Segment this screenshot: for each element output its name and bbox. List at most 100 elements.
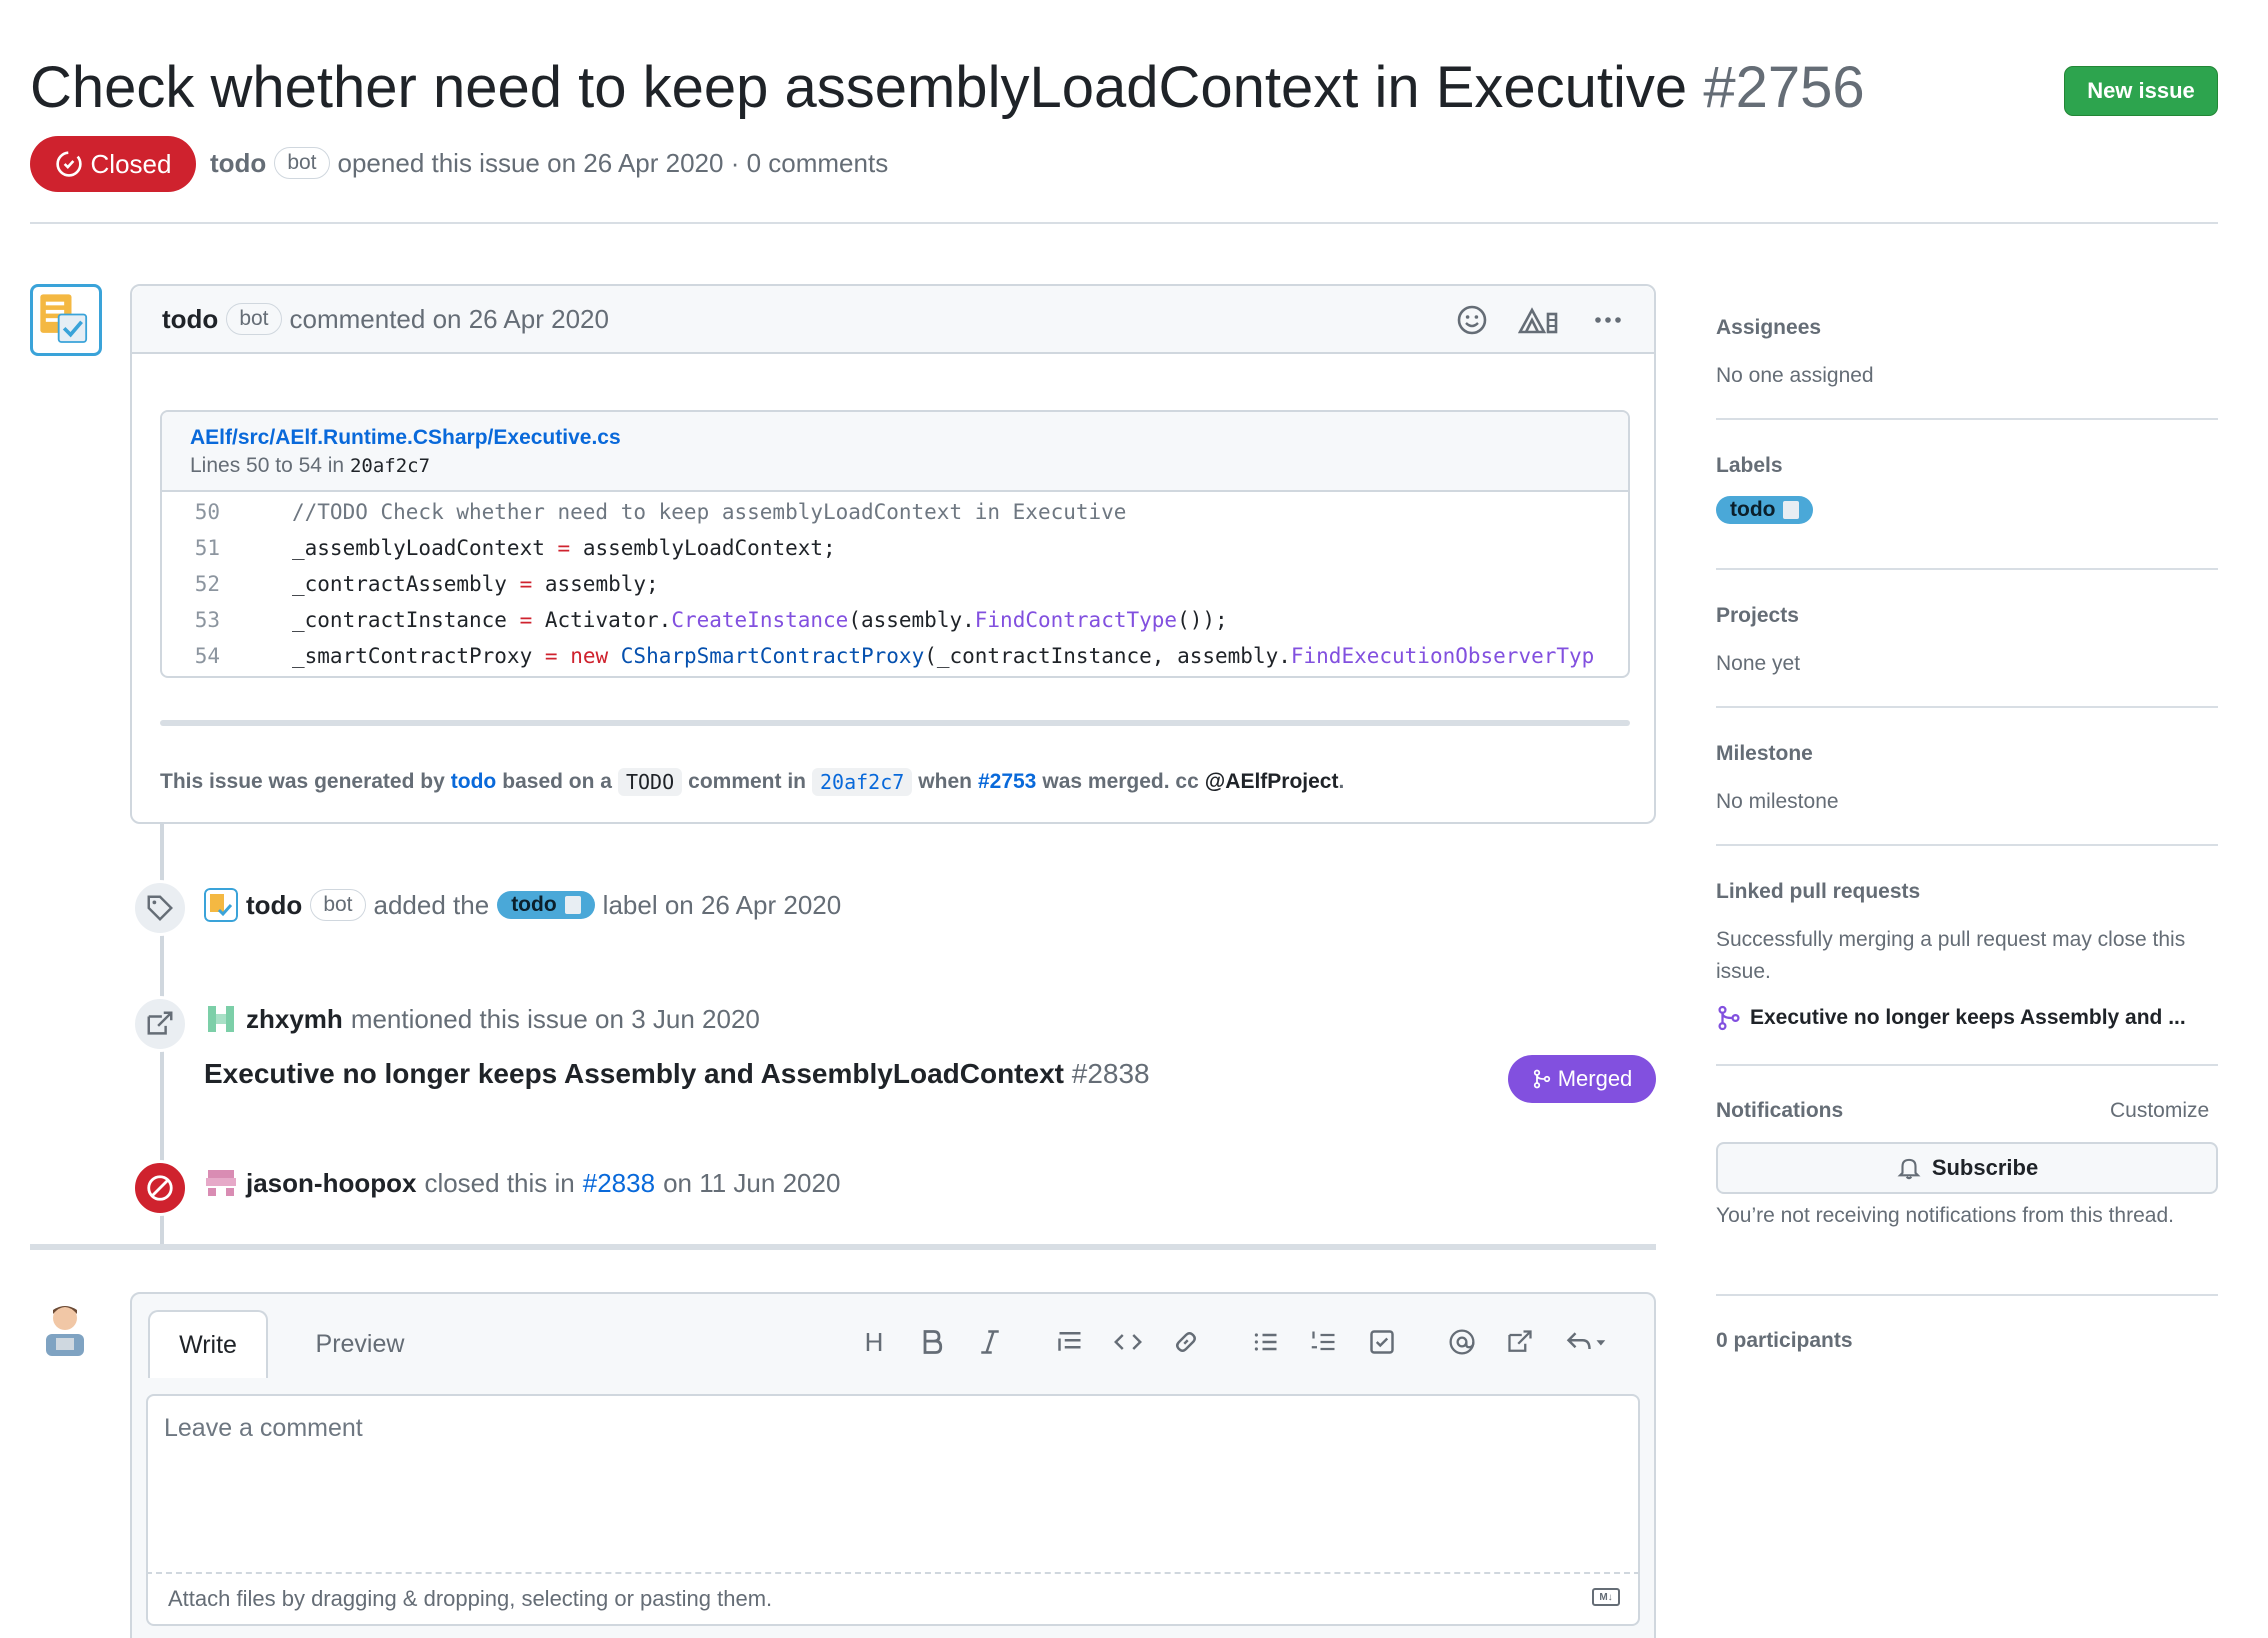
sidebar-linked-pr[interactable]: Executive no longer keeps Assembly and .…: [1716, 1005, 2186, 1031]
markdown-icon[interactable]: M↓: [1592, 1588, 1620, 1606]
todo-bot-link[interactable]: todo: [451, 770, 496, 794]
generated-note: This issue was generated by todo based o…: [160, 768, 1344, 796]
tag-icon: [147, 895, 173, 921]
merged-state-badge: Merged: [1508, 1055, 1656, 1103]
bot-badge: bot: [310, 889, 366, 921]
timeline-closed-event: jason-hoopox closed this in #2838 on 11 …: [204, 1166, 840, 1200]
event-text[interactable]: mentioned this issue on 3 Jun 2020: [351, 1004, 760, 1035]
mention-link[interactable]: @AElfProject: [1205, 770, 1339, 794]
file-path-link[interactable]: AElf/src/AElf.Runtime.CSharp/Executive.c…: [190, 426, 1600, 450]
timeline-mention-event: zhxymh mentioned this issue on 3 Jun 202…: [204, 1002, 760, 1036]
customize-link[interactable]: Customize: [2110, 1099, 2209, 1123]
note-text: was merged. cc: [1042, 770, 1199, 793]
sidebar-linked-prs-title[interactable]: Linked pull requests: [1716, 880, 1920, 904]
issue-author[interactable]: todo: [210, 148, 266, 179]
new-issue-button[interactable]: New issue: [2064, 66, 2218, 116]
heading-icon[interactable]: H: [854, 1322, 894, 1362]
todo-code: TODO: [617, 768, 683, 796]
timeline-mention-badge: [132, 996, 188, 1052]
line-number[interactable]: 52: [162, 572, 226, 596]
comment-action[interactable]: commented on 26 Apr 2020: [290, 304, 609, 335]
code-text: //TODO Check whether need to keep assemb…: [292, 500, 1127, 524]
git-merge-icon: [1718, 1005, 1740, 1031]
comment-author[interactable]: todo: [162, 304, 218, 335]
code-lines: 50 //TODO Check whether need to keep asse…: [162, 492, 1628, 674]
event-text[interactable]: on 11 Jun 2020: [663, 1168, 840, 1199]
reply-icon[interactable]: [1558, 1322, 1614, 1362]
comment-textarea[interactable]: Leave a comment: [146, 1394, 1640, 1574]
cross-reference-icon[interactable]: [1500, 1322, 1540, 1362]
link-icon[interactable]: [1166, 1322, 1206, 1362]
todo-bot-mini-avatar[interactable]: [204, 888, 238, 922]
note-text: This issue was generated by: [160, 770, 445, 793]
event-text: label on 26 Apr 2020: [602, 889, 842, 920]
comment-placeholder: Leave a comment: [164, 1414, 363, 1442]
triage-icon[interactable]: [1518, 304, 1562, 336]
sidebar-milestone-value: No milestone: [1716, 790, 1839, 813]
label-name: todo: [1730, 498, 1776, 521]
event-actor[interactable]: todo: [246, 890, 302, 921]
code-scrollbar[interactable]: [160, 720, 1630, 726]
pr-title-text: Executive no longer keeps Assembly and A…: [204, 1058, 1064, 1089]
line-number[interactable]: 50: [162, 500, 226, 524]
cross-reference-icon: [147, 1011, 173, 1035]
code-row: 53 _contractInstance = Activator.CreateIn…: [162, 602, 1628, 638]
task-list-icon[interactable]: [1362, 1322, 1402, 1362]
file-attachment-bar[interactable]: Attach files by dragging & dropping, sel…: [146, 1574, 1640, 1626]
jason-hoopox-avatar[interactable]: [204, 1166, 238, 1200]
sidebar-projects-title[interactable]: Projects: [1716, 604, 1799, 628]
line-range: Lines 50 to 54 in 20af2c7: [190, 454, 1600, 478]
sidebar-assignees-title[interactable]: Assignees: [1716, 316, 1821, 340]
markdown-toolbar: H: [854, 1322, 1632, 1362]
code-permalink: AElf/src/AElf.Runtime.CSharp/Executive.c…: [160, 410, 1630, 678]
event-actor[interactable]: zhxymh: [246, 1004, 343, 1035]
bot-badge: bot: [226, 303, 282, 335]
label-todo[interactable]: todo: [497, 891, 595, 919]
timeline-divider: [30, 1244, 1656, 1250]
code-text: _assemblyLoadContext = assemblyLoadConte…: [292, 536, 836, 560]
smiley-icon[interactable]: [1456, 304, 1488, 336]
issue-title-text: Check whether need to keep assemblyLoadC…: [30, 55, 1688, 120]
code-icon[interactable]: [1108, 1322, 1148, 1362]
todo-bot-avatar[interactable]: [30, 284, 102, 356]
mention-icon[interactable]: [1442, 1322, 1482, 1362]
commit-sha[interactable]: 20af2c7: [350, 455, 430, 477]
sidebar-labels-title[interactable]: Labels: [1716, 454, 1783, 478]
tab-write[interactable]: Write: [148, 1310, 268, 1378]
issue-number: #2756: [1703, 55, 1865, 120]
bold-icon[interactable]: [912, 1322, 952, 1362]
zhxymh-avatar[interactable]: [204, 1002, 238, 1036]
quote-icon[interactable]: [1050, 1322, 1090, 1362]
pr-link[interactable]: #2753: [978, 770, 1036, 794]
sidebar-divider: [1716, 1294, 2218, 1296]
kebab-horizontal-icon[interactable]: [1592, 304, 1624, 336]
tab-preview[interactable]: Preview: [290, 1310, 430, 1378]
subscribe-button[interactable]: Subscribe: [1716, 1142, 2218, 1194]
line-number[interactable]: 53: [162, 608, 226, 632]
note-text: when: [918, 770, 972, 793]
code-text: _smartContractProxy = new CSharpSmartCon…: [292, 644, 1595, 668]
event-text: closed this in: [424, 1167, 575, 1198]
comment-composer: Write Preview H Leave a comment Attach f…: [130, 1292, 1656, 1638]
line-number[interactable]: 54: [162, 644, 226, 668]
commit-link[interactable]: 20af2c7: [812, 768, 913, 796]
current-user-avatar[interactable]: [40, 1300, 90, 1358]
closing-pr-link[interactable]: #2838: [583, 1168, 655, 1199]
sidebar-milestone-title[interactable]: Milestone: [1716, 742, 1813, 766]
code-row: 51 _assemblyLoadContext = assemblyLoadCon…: [162, 530, 1628, 566]
sidebar-divider: [1716, 568, 2218, 570]
sidebar-label-todo[interactable]: todo: [1716, 496, 1814, 524]
issue-title: Check whether need to keep assemblyLoadC…: [30, 52, 1865, 124]
sidebar-participants: 0 participants: [1716, 1329, 1853, 1352]
sidebar-divider: [1716, 418, 2218, 420]
italic-icon[interactable]: [970, 1322, 1010, 1362]
referenced-pr-title[interactable]: Executive no longer keeps Assembly and A…: [204, 1058, 1150, 1090]
line-range-text: Lines 50 to 54 in: [190, 454, 345, 477]
ordered-list-icon[interactable]: [1304, 1322, 1344, 1362]
notifications-status: You’re not receiving notifications from …: [1716, 1204, 2174, 1227]
issue-state-label: Closed: [90, 148, 172, 179]
unordered-list-icon[interactable]: [1246, 1322, 1286, 1362]
event-actor[interactable]: jason-hoopox: [246, 1168, 416, 1199]
line-number[interactable]: 51: [162, 536, 226, 560]
timeline-closed-badge: [132, 1160, 188, 1216]
